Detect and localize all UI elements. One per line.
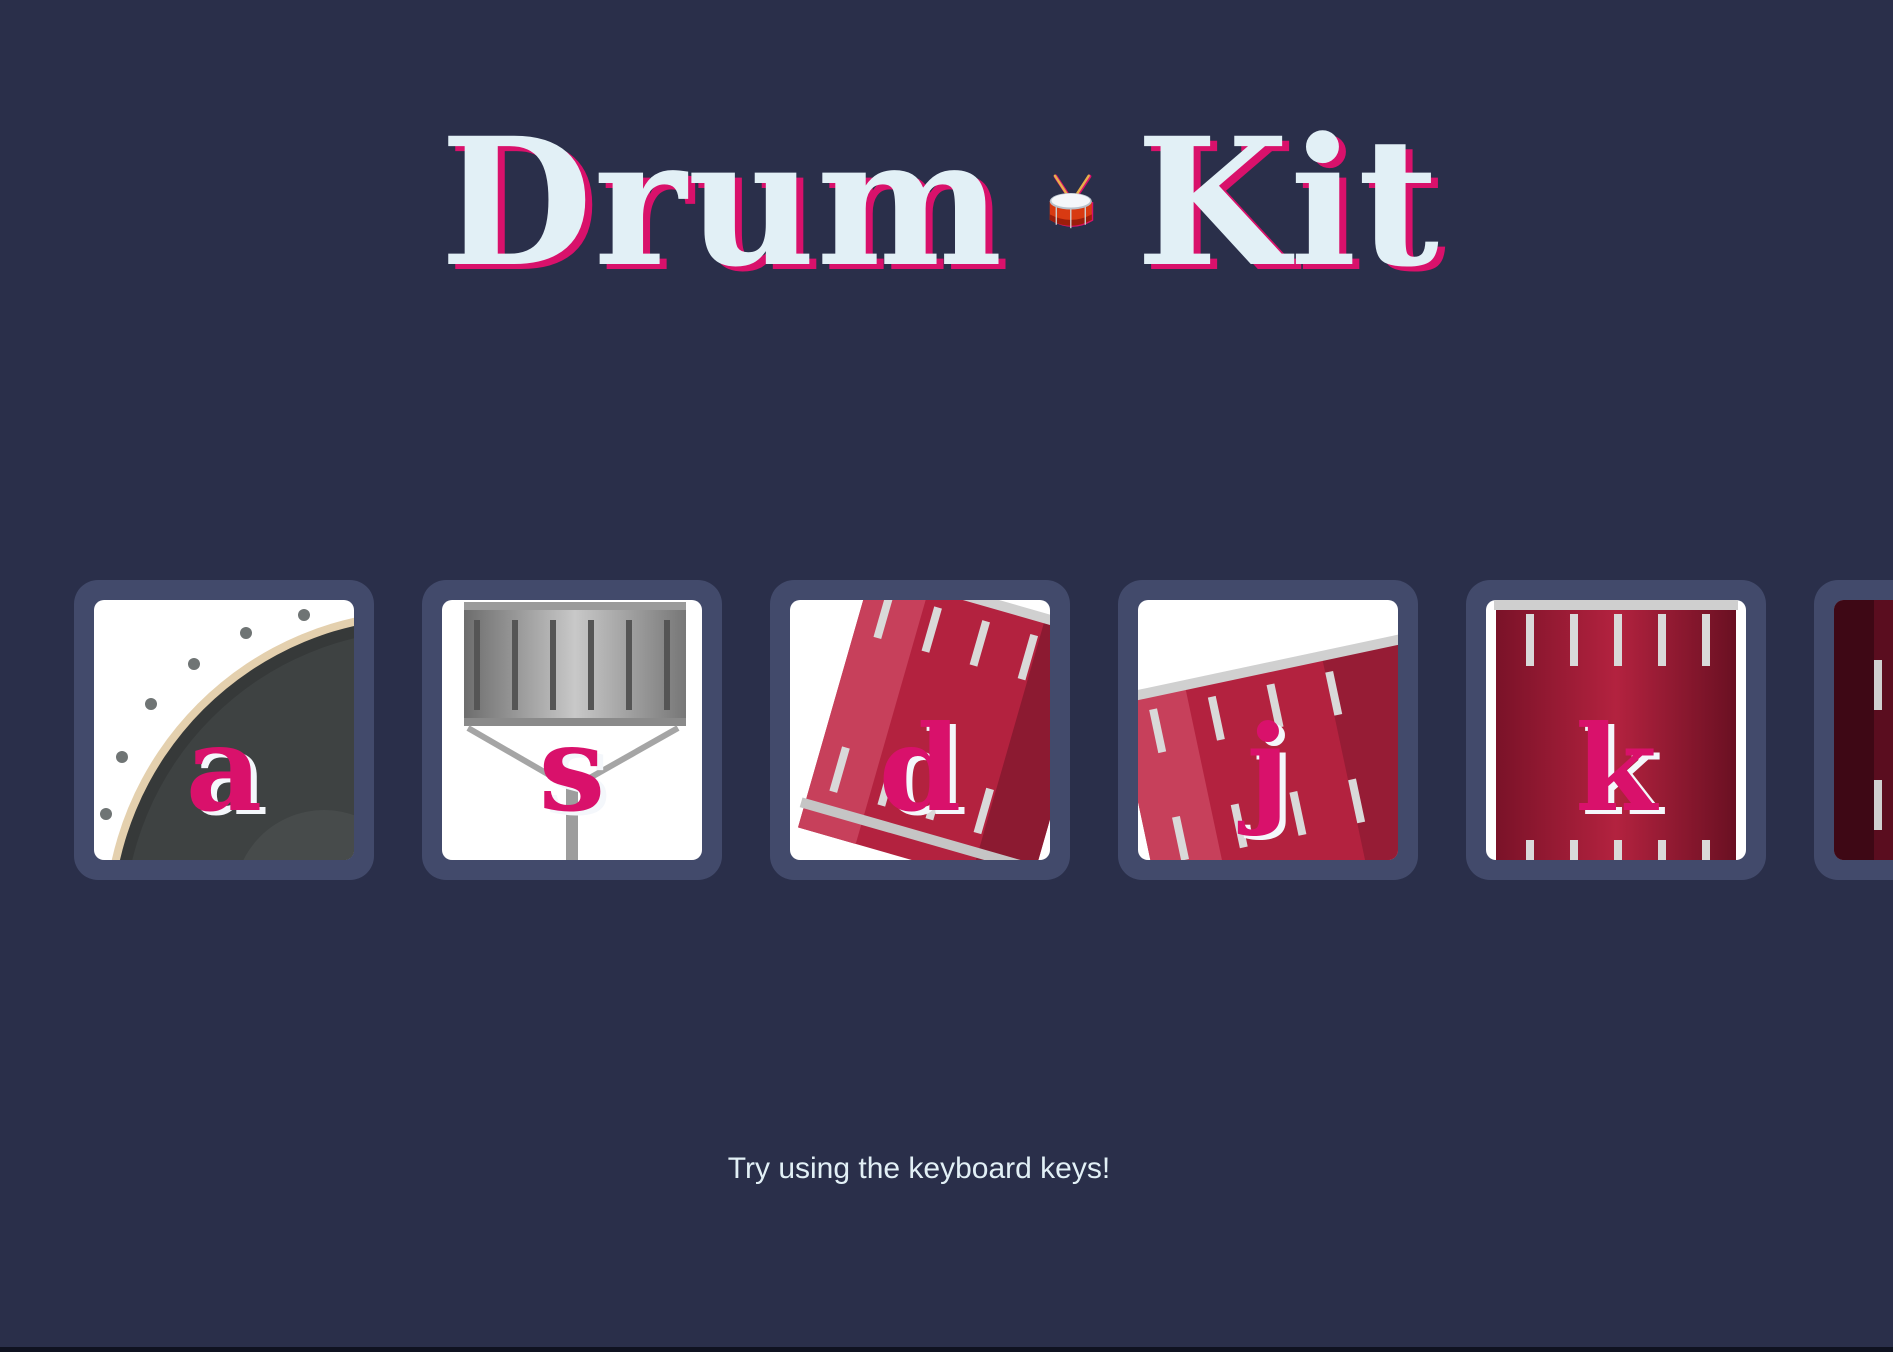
drum-pad-a[interactable]: a bbox=[74, 580, 374, 880]
key-label-d: d bbox=[878, 699, 962, 838]
drum-icon bbox=[1834, 600, 1893, 860]
key-label-s: s bbox=[538, 699, 606, 838]
drum-pad-d[interactable]: d bbox=[770, 580, 1070, 880]
drum-pad-face: d bbox=[790, 600, 1050, 860]
drum-pad-row: a s d j k bbox=[0, 580, 1893, 882]
key-label-j: j bbox=[1246, 699, 1290, 838]
drum-pad-s[interactable]: s bbox=[422, 580, 722, 880]
bottom-edge bbox=[0, 1347, 1893, 1352]
title-word-kit: Kit bbox=[1135, 99, 1440, 306]
keyboard-hint: Try using the keyboard keys! bbox=[727, 1152, 1111, 1185]
key-label-k: k bbox=[1575, 699, 1657, 838]
drum-pad-j[interactable]: j bbox=[1118, 580, 1418, 880]
drum-pad-offscreen-right[interactable] bbox=[1814, 580, 1893, 880]
drum-pad-face: j bbox=[1138, 600, 1398, 860]
key-label-a: a bbox=[185, 699, 263, 838]
drum-pad-face: a bbox=[94, 600, 354, 860]
drum-pad-face: s bbox=[442, 600, 702, 860]
drum-pad-face bbox=[1834, 600, 1893, 860]
title-word-drum: Drum bbox=[440, 99, 1004, 306]
drum-pad-k[interactable]: k bbox=[1466, 580, 1766, 880]
drum-emoji-icon bbox=[1049, 174, 1093, 229]
drum-pad-face: k bbox=[1486, 600, 1746, 860]
page-title: Drum Kit bbox=[440, 108, 1440, 298]
